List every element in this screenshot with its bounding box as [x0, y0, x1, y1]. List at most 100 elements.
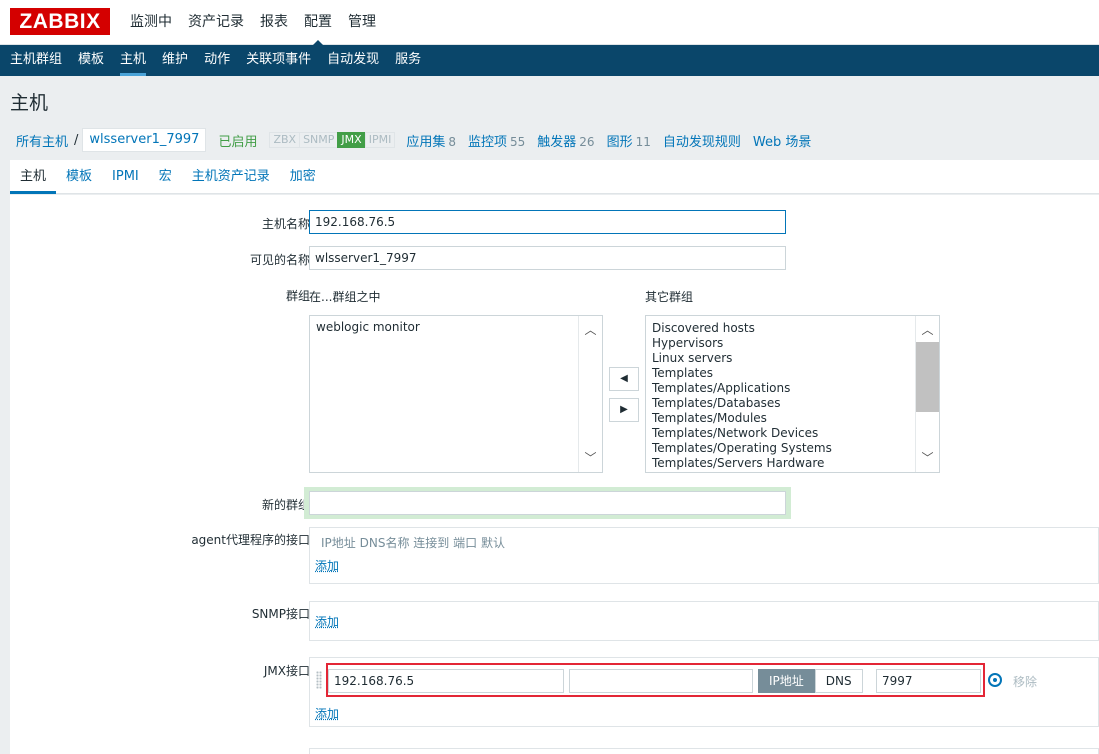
main-menu-inventory[interactable]: 资产记录 — [180, 0, 252, 45]
main-menu-configuration[interactable]: 配置 — [296, 0, 340, 46]
snmp-interface-label: SNMP接口 — [251, 607, 310, 621]
other-group-item[interactable]: Hypervisors — [652, 336, 933, 351]
ipmi-interface-box — [309, 748, 1099, 754]
header-default: 默认 — [480, 536, 505, 550]
nav-items-label: 监控项 — [467, 134, 507, 150]
nav-triggers-label: 触发器 — [537, 134, 577, 150]
other-groups-listbox[interactable]: Discovered hosts Hypervisors Linux serve… — [645, 315, 940, 473]
scroll-up-icon[interactable]: ︿ — [579, 320, 602, 340]
form-tabs: 主机 模板 IPMI 宏 主机资产记录 加密 — [10, 160, 1099, 194]
tab-ipmi[interactable]: IPMI — [102, 160, 149, 193]
breadcrumb-separator: / — [74, 132, 79, 148]
move-right-button[interactable]: ▶ — [609, 398, 639, 422]
nav-items[interactable]: 监控项 55 — [468, 131, 525, 150]
interface-headers: IP地址 DNS名称 连接到 端口 默认 — [321, 534, 505, 551]
nav-web-scenarios[interactable]: Web 场景 — [753, 131, 811, 150]
nav-discovery-rules[interactable]: 自动发现规则 — [663, 131, 741, 150]
tab-inventory[interactable]: 主机资产记录 — [182, 160, 280, 193]
header-port: 端口 — [453, 536, 478, 550]
move-left-button[interactable]: ◀ — [609, 367, 639, 391]
other-group-item[interactable]: Templates — [652, 366, 933, 381]
nav-applications[interactable]: 应用集 8 — [406, 131, 456, 150]
in-groups-scrollbar[interactable]: ︿ ﹀ — [578, 316, 602, 472]
sub-menu-services[interactable]: 服务 — [387, 45, 429, 76]
other-group-item[interactable]: Templates/Modules — [652, 411, 933, 426]
other-group-item[interactable]: Templates/Operating Systems — [652, 441, 933, 456]
top-header: ZABBIX 监测中 资产记录 报表 配置 管理 — [0, 0, 1099, 46]
drag-handle-icon[interactable] — [316, 671, 322, 689]
tab-host[interactable]: 主机 — [10, 160, 57, 194]
tab-macros[interactable]: 宏 — [149, 160, 182, 193]
sub-menu-discovery[interactable]: 自动发现 — [319, 45, 387, 76]
connect-dns-option[interactable]: DNS — [814, 669, 863, 693]
zbx-availability-badge: ZBX — [269, 132, 301, 148]
snmp-availability-badge: SNMP — [299, 132, 339, 148]
main-menu-administration[interactable]: 管理 — [340, 0, 384, 45]
main-menu: 监测中 资产记录 报表 配置 管理 — [122, 0, 384, 46]
nav-graphs[interactable]: 图形 11 — [607, 131, 651, 150]
availability-badges: ZBX SNMP JMX IPMI — [269, 132, 396, 148]
sub-menu-hosts[interactable]: 主机 — [112, 45, 154, 76]
jmx-availability-badge: JMX — [337, 132, 366, 148]
header-ip: IP地址 — [321, 536, 356, 550]
other-group-item[interactable]: Templates/Network Devices — [652, 426, 933, 441]
visible-name-input[interactable]: wlsserver1_7997 — [309, 246, 786, 270]
other-groups-header: 其它群组 — [645, 290, 694, 304]
tab-templates[interactable]: 模板 — [56, 160, 102, 193]
sub-menu-maintenance[interactable]: 维护 — [154, 45, 196, 76]
page-title: 主机 — [10, 92, 49, 114]
other-group-item[interactable]: Templates/Applications — [652, 381, 933, 396]
scroll-up-icon[interactable]: ︿ — [916, 320, 939, 340]
other-groups-scrollbar[interactable]: ︿ ﹀ — [915, 316, 939, 472]
jmx-dns-input[interactable] — [569, 669, 753, 693]
host-name-label: 主机名称 — [261, 217, 310, 231]
jmx-port-input[interactable]: 7997 — [876, 669, 981, 693]
in-group-item[interactable]: weblogic monitor — [316, 320, 596, 335]
nav-web-scenarios-label: Web 场景 — [752, 134, 812, 150]
host-form: 主机名称 192.168.76.5 可见的名称 wlsserver1_7997 … — [10, 195, 1099, 754]
breadcrumb-current-host[interactable]: wlsserver1_7997 — [82, 128, 207, 152]
connect-ip-option[interactable]: IP地址 — [758, 669, 815, 693]
nav-applications-label: 应用集 — [406, 134, 446, 150]
in-groups-listbox[interactable]: weblogic monitor ︿ ﹀ — [309, 315, 603, 473]
other-group-item[interactable]: Templates/Servers Hardware — [652, 456, 933, 471]
host-navigation: 所有主机 / wlsserver1_7997 已启用 ZBX SNMP JMX … — [10, 126, 811, 154]
new-group-label: 新的群组 — [261, 498, 310, 512]
snmp-add-link[interactable]: 添加 — [315, 613, 339, 630]
tab-encryption[interactable]: 加密 — [280, 160, 326, 193]
jmx-connect-to-toggle: IP地址 DNS — [758, 669, 863, 693]
zabbix-logo[interactable]: ZABBIX — [10, 8, 110, 35]
jmx-ip-input[interactable]: 192.168.76.5 — [328, 669, 564, 693]
main-menu-reports[interactable]: 报表 — [252, 0, 296, 45]
sub-menu-actions[interactable]: 动作 — [196, 45, 238, 76]
other-group-item[interactable]: Linux servers — [652, 351, 933, 366]
jmx-add-link[interactable]: 添加 — [315, 705, 339, 722]
nav-graphs-count: 11 — [635, 134, 651, 149]
header-connect-to: 连接到 — [413, 536, 450, 550]
arrow-left-icon: ◀ — [620, 373, 628, 384]
scrollbar-thumb[interactable] — [916, 342, 939, 412]
ipmi-availability-badge: IPMI — [364, 132, 396, 148]
main-menu-monitoring[interactable]: 监测中 — [122, 0, 180, 45]
nav-graphs-label: 图形 — [606, 134, 633, 150]
nav-triggers-count: 26 — [579, 134, 595, 149]
breadcrumb-all-hosts[interactable]: 所有主机 — [10, 131, 74, 150]
sub-menu-templates[interactable]: 模板 — [70, 45, 112, 76]
in-groups-header: 在...群组之中 — [309, 290, 381, 304]
other-group-item[interactable]: Templates/Databases — [652, 396, 933, 411]
nav-triggers[interactable]: 触发器 26 — [537, 131, 594, 150]
scroll-down-icon[interactable]: ﹀ — [579, 448, 602, 468]
host-name-input[interactable]: 192.168.76.5 — [309, 210, 786, 234]
scroll-down-icon[interactable]: ﹀ — [916, 448, 939, 468]
arrow-right-icon: ▶ — [620, 404, 628, 415]
jmx-remove-link[interactable]: 移除 — [1013, 673, 1037, 690]
jmx-default-radio[interactable] — [988, 673, 1002, 687]
header-dns: DNS名称 — [359, 536, 410, 550]
host-status-enabled[interactable]: 已启用 — [218, 131, 257, 150]
sub-menu-event-correlation[interactable]: 关联项事件 — [238, 45, 319, 76]
new-group-input[interactable] — [309, 491, 786, 515]
nav-discovery-rules-label: 自动发现规则 — [662, 134, 741, 150]
sub-menu-host-groups[interactable]: 主机群组 — [2, 45, 70, 76]
other-group-item[interactable]: Discovered hosts — [652, 321, 933, 336]
agent-add-link[interactable]: 添加 — [315, 557, 339, 574]
